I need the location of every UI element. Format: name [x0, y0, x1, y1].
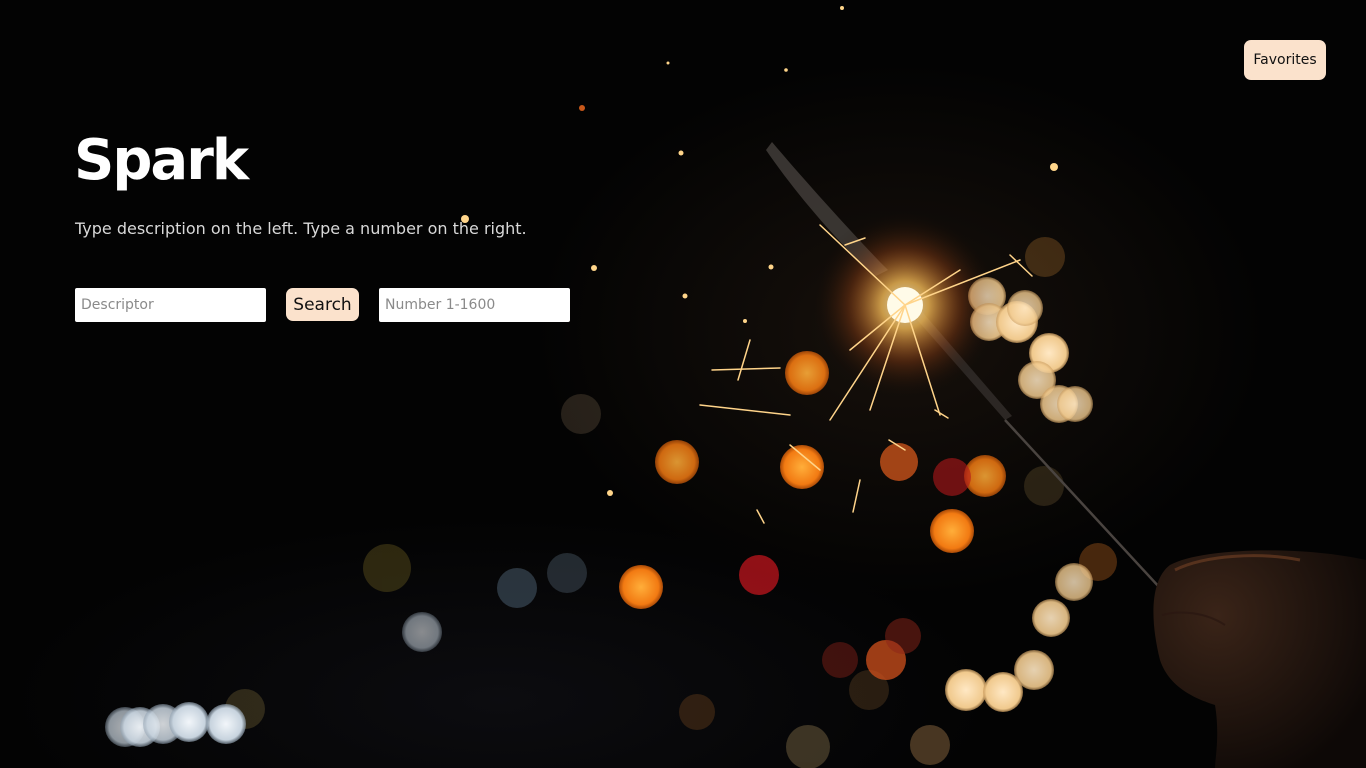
sparkler-photo-background: [105, 6, 1366, 768]
hero-background: Favorites Spark Type description on the …: [0, 0, 1366, 768]
search-button[interactable]: Search: [286, 288, 359, 321]
number-input[interactable]: [379, 288, 570, 322]
page-subtitle: Type description on the left. Type a num…: [75, 219, 527, 238]
page-title: Spark: [74, 128, 249, 193]
favorites-button[interactable]: Favorites: [1244, 40, 1326, 80]
descriptor-input[interactable]: [75, 288, 266, 322]
